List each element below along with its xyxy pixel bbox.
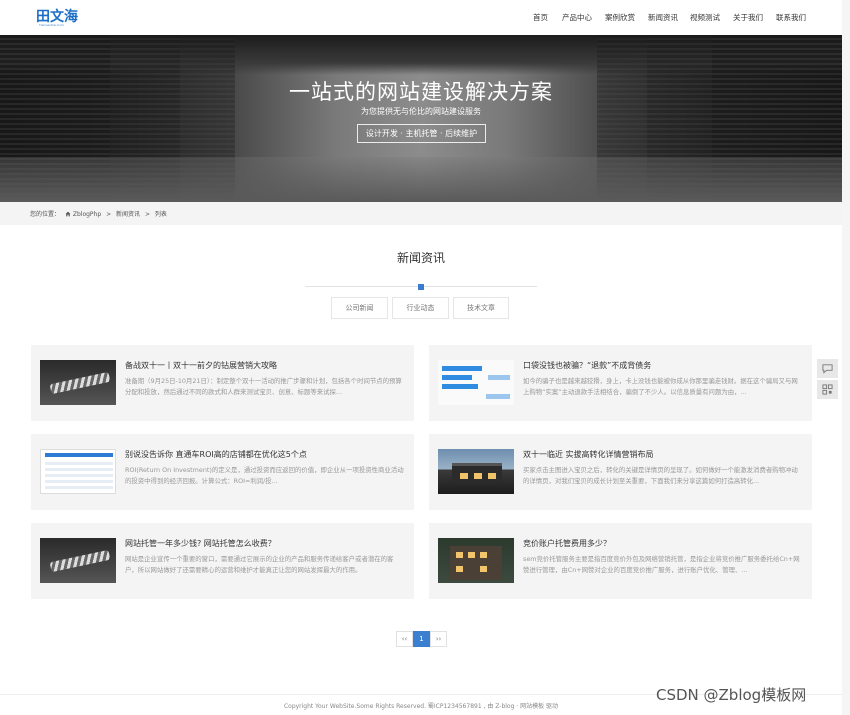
breadcrumb-bar: 您的位置： ZblogPhp > 新闻资讯 > 列表 bbox=[0, 202, 842, 225]
hero-banner: 一站式的网站建设解决方案 为您提供无与伦比的网站建设服务 设计开发 · 主机托管… bbox=[0, 35, 842, 202]
article-card[interactable]: 网站托管一年多少钱? 网站托管怎么收费？ 网站是企业宣传一个重要的窗口，需要通过… bbox=[31, 523, 414, 599]
nav-item-news[interactable]: 新闻资讯 bbox=[648, 12, 678, 23]
article-card[interactable]: 竞价账户托管费用多少？ sem竞价托管服务主要是指百度竞价外包及网络营销托管，是… bbox=[429, 523, 812, 599]
tab-tech-articles[interactable]: 技术文章 bbox=[453, 297, 509, 319]
article-summary: ROI(Return On Investment)的定义是，通过投资而应返回的价… bbox=[125, 466, 404, 485]
nav-item-contact[interactable]: 联系我们 bbox=[776, 12, 806, 23]
article-summary: 网站是企业宣传一个重要的窗口，需要通过它展示的企业的产品和服务传递给客户或者潜在… bbox=[125, 555, 394, 574]
chat-bubble-icon bbox=[822, 364, 833, 374]
article-thumbnail[interactable] bbox=[40, 538, 116, 583]
qrcode-icon bbox=[822, 384, 833, 395]
pagination-prev[interactable]: ‹‹ bbox=[396, 631, 413, 647]
article-thumbnail[interactable] bbox=[438, 538, 514, 583]
nav-item-videos[interactable]: 视频测试 bbox=[690, 12, 720, 23]
nav-item-products[interactable]: 产品中心 bbox=[562, 12, 592, 23]
scrollbar[interactable] bbox=[842, 0, 850, 715]
article-summary: 买家点击主图进入宝贝之后，转化的关键是详情页的呈现了。如何做好一个能激发消费者购… bbox=[523, 466, 798, 485]
breadcrumb-separator: > bbox=[106, 211, 112, 218]
banner-button[interactable]: 设计开发 · 主机托管 · 后续维护 bbox=[357, 124, 486, 143]
article-thumbnail[interactable] bbox=[438, 449, 514, 494]
main-nav: 首页 产品中心 案例欣赏 新闻资讯 视频测试 关于我们 联系我们 bbox=[0, 0, 850, 35]
qrcode-float-button[interactable] bbox=[817, 380, 838, 399]
chat-float-button[interactable] bbox=[817, 359, 838, 378]
article-title[interactable]: 竞价账户托管费用多少？ bbox=[523, 538, 803, 549]
breadcrumb-item-home[interactable]: ZblogPhp bbox=[73, 211, 101, 218]
pagination-current[interactable]: 1 bbox=[413, 631, 430, 647]
article-summary: sem竞价托管服务主要是指百度竞价外包及网络营销托管，是指企业将竞价推广服务委托… bbox=[523, 555, 800, 574]
breadcrumb: 您的位置： ZblogPhp > 新闻资讯 > 列表 bbox=[30, 209, 170, 218]
breadcrumb-prefix: 您的位置： bbox=[30, 211, 61, 218]
article-title[interactable]: 口袋没钱也被骗？“退款”不成背债务 bbox=[523, 360, 803, 371]
article-card[interactable]: 口袋没钱也被骗？“退款”不成背债务 如今的骗子也是越来越狡猾，身上，卡上没钱也能… bbox=[429, 345, 812, 421]
article-card[interactable]: 双十一临近 实拔高转化详情营销布局 买家点击主图进入宝贝之后，转化的关键是详情页… bbox=[429, 434, 812, 510]
breadcrumb-item-list: 列表 bbox=[154, 211, 167, 218]
article-title[interactable]: 网站托管一年多少钱? 网站托管怎么收费？ bbox=[125, 538, 405, 549]
article-title[interactable]: 别说没告诉你 直通车ROI高的店铺都在优化这5个点 bbox=[125, 449, 405, 460]
banner-floor bbox=[0, 157, 842, 202]
breadcrumb-item-news[interactable]: 新闻资讯 bbox=[116, 211, 140, 218]
nav-item-home[interactable]: 首页 bbox=[533, 12, 548, 23]
article-title[interactable]: 备战双十一丨双十一前夕的钻展营销大攻略 bbox=[125, 360, 405, 371]
banner-title: 一站式的网站建设解决方案 bbox=[289, 80, 553, 104]
breadcrumb-separator: > bbox=[144, 211, 150, 218]
tab-industry-news[interactable]: 行业动态 bbox=[392, 297, 449, 319]
nav-item-about[interactable]: 关于我们 bbox=[733, 12, 763, 23]
pagination-next[interactable]: ›› bbox=[430, 631, 447, 647]
tab-company-news[interactable]: 公司新闻 bbox=[331, 297, 388, 319]
article-thumbnail[interactable] bbox=[40, 449, 116, 494]
csdn-watermark: CSDN @Zblog模板网 bbox=[656, 686, 807, 704]
article-thumbnail[interactable] bbox=[40, 360, 116, 405]
section-title: 新闻资讯 bbox=[396, 251, 445, 265]
banner-subtitle: 为您提供无与伦比的网站建设服务 bbox=[361, 107, 481, 116]
home-icon bbox=[65, 211, 71, 217]
article-summary: 准备期（9月25日-10月21日）：制定整个双十一活动的推广步骤和计划，包括各个… bbox=[125, 377, 402, 396]
article-summary: 如今的骗子也是越来越狡猾，身上，卡上没钱也能被你成从你那里骗走钱财。据在这个骗局… bbox=[523, 377, 798, 396]
section-divider-dot bbox=[418, 284, 424, 290]
nav-item-cases[interactable]: 案例欣赏 bbox=[605, 12, 635, 23]
site-header: 田文海 Tianwenhai.Com 首页 产品中心 案例欣赏 新闻资讯 视频测… bbox=[0, 0, 850, 35]
article-card[interactable]: 备战双十一丨双十一前夕的钻展营销大攻略 准备期（9月25日-10月21日）：制定… bbox=[31, 345, 414, 421]
article-thumbnail[interactable] bbox=[438, 360, 514, 405]
article-title[interactable]: 双十一临近 实拔高转化详情营销布局 bbox=[523, 449, 803, 460]
article-card[interactable]: 别说没告诉你 直通车ROI高的店铺都在优化这5个点 ROI(Return On … bbox=[31, 434, 414, 510]
